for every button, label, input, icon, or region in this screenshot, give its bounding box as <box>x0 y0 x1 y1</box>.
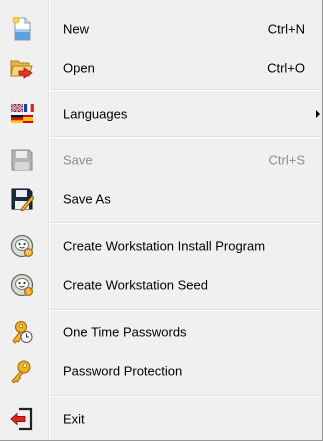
menu-item-label: Save <box>63 152 93 168</box>
menu-item-label: Password Protection <box>63 363 183 379</box>
exit-icon <box>10 407 33 431</box>
floppy-disk-pencil-icon <box>11 188 34 211</box>
menu-item-create-workstation-install-program[interactable]: W Create Workstation Install Program <box>0 229 322 263</box>
menu-separator <box>51 309 320 311</box>
menu-item-label: One Time Passwords <box>63 324 187 340</box>
menu-item-one-time-passwords[interactable]: One Time Passwords <box>0 315 322 349</box>
menu-item-open[interactable]: Open Ctrl+O <box>0 51 322 85</box>
menu-item-save[interactable]: Save Ctrl+S <box>0 143 322 177</box>
menu-item-label: Languages <box>63 106 128 122</box>
menu-item-languages[interactable]: Languages <box>0 97 322 131</box>
workstation-install-icon: W <box>10 234 34 258</box>
submenu-arrow-icon <box>316 110 320 118</box>
menu-item-label: New <box>63 21 90 37</box>
menu-separator <box>51 222 320 224</box>
svg-text:S: S <box>27 290 30 296</box>
menu-item-new[interactable]: New Ctrl+N <box>0 12 322 46</box>
file-menu: New Ctrl+N Open Ctrl+O Languages Save Ct… <box>0 0 323 441</box>
workstation-seed-icon: S <box>10 273 34 297</box>
menu-item-save-as[interactable]: Save As <box>0 182 322 216</box>
menu-item-shortcut: Ctrl+O <box>267 60 305 76</box>
menu-item-shortcut: Ctrl+N <box>267 21 305 37</box>
floppy-disk-icon <box>11 149 33 171</box>
menu-separator <box>51 136 320 138</box>
menu-item-shortcut: Ctrl+S <box>268 152 305 168</box>
menu-item-label: Open <box>63 60 95 76</box>
key-icon <box>11 360 31 383</box>
menu-item-label: Create Workstation Seed <box>63 277 208 293</box>
menu-item-exit[interactable]: Exit <box>0 402 322 436</box>
menu-item-label: Save As <box>63 191 111 207</box>
flags-icon <box>10 103 34 124</box>
svg-text:W: W <box>26 251 31 257</box>
menu-separator <box>51 89 320 91</box>
menu-item-create-workstation-seed[interactable]: S Create Workstation Seed <box>0 268 322 302</box>
menu-item-password-protection[interactable]: Password Protection <box>0 354 322 388</box>
menu-item-label: Exit <box>63 411 85 427</box>
menu-item-label: Create Workstation Install Program <box>63 238 266 254</box>
key-clock-icon <box>12 321 33 344</box>
menu-separator <box>51 395 320 397</box>
open-folder-icon <box>10 60 33 79</box>
new-document-icon <box>12 17 31 41</box>
